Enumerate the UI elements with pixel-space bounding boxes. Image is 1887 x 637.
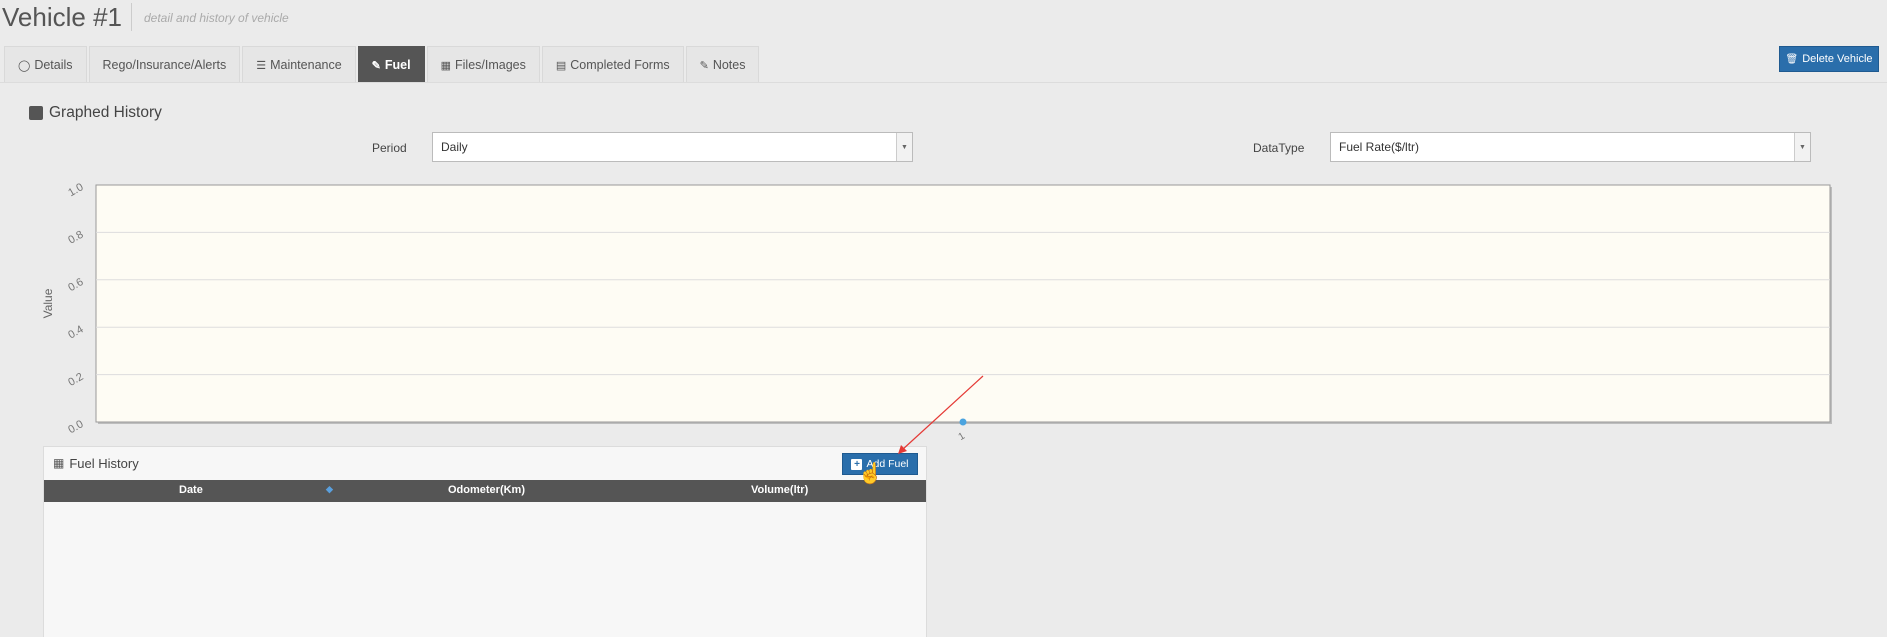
graphed-history-heading: Graphed History	[29, 104, 162, 122]
sort-icon[interactable]: ◆	[326, 484, 333, 495]
y-axis-label: Value	[41, 288, 55, 318]
square-icon	[29, 106, 43, 120]
pencil-icon: ✎	[371, 59, 381, 72]
hand-cursor-icon: ☝	[858, 463, 883, 485]
tab-fuel[interactable]: ✎ Fuel	[357, 46, 425, 83]
tab-completed-forms[interactable]: ▤ Completed Forms	[541, 46, 684, 83]
page-header: Vehicle #1 detail and history of vehicle	[0, 0, 289, 34]
datatype-value: Fuel Rate($/ltr)	[1339, 140, 1420, 154]
page-subtitle: detail and history of vehicle	[143, 11, 289, 25]
tab-label: Notes	[712, 58, 746, 72]
tab-bar: ◯ Details Rego/Insurance/Alerts ☰ Mainte…	[4, 46, 761, 83]
table-icon: ▦	[53, 456, 65, 470]
tab-underline	[0, 82, 1887, 83]
tab-files-images[interactable]: ▦ Files/Images	[426, 46, 540, 83]
title-divider	[130, 3, 132, 31]
period-value: Daily	[441, 140, 468, 154]
plot-area	[95, 184, 1831, 423]
column-volume[interactable]: Volume(ltr)	[751, 484, 808, 496]
tab-details[interactable]: ◯ Details	[4, 46, 87, 83]
fuel-history-header: ▦ Fuel History	[44, 447, 926, 479]
fuel-chart: 0.0 0.2 0.4 0.6 0.8 1.0 Value 1	[41, 181, 1832, 443]
column-odometer[interactable]: Odometer(Km)	[448, 484, 525, 496]
graphed-history-title: Graphed History	[49, 104, 162, 121]
tab-notes[interactable]: ✎ Notes	[685, 46, 760, 83]
image-icon: ▦	[440, 59, 451, 72]
y-tick-label: 0.6	[66, 276, 85, 294]
delete-vehicle-button[interactable]: 🗑 Delete Vehicle	[1779, 46, 1879, 72]
y-tick-label: 1.0	[66, 181, 85, 199]
tab-label: Completed Forms	[570, 58, 670, 72]
datatype-label: DataType	[1253, 141, 1305, 155]
fuel-history-title: Fuel History	[69, 455, 139, 471]
tab-label: Details	[34, 58, 73, 72]
delete-vehicle-label: Delete Vehicle	[1802, 53, 1873, 65]
chart-container: 0.0 0.2 0.4 0.6 0.8 1.0 Value 1	[0, 175, 1887, 450]
circle-icon: ◯	[18, 59, 31, 72]
fuel-table-header: Date ◆ Odometer(Km) Volume(ltr)	[44, 480, 926, 502]
form-icon: ▤	[555, 59, 567, 72]
y-tick-label: 0.0	[66, 418, 85, 436]
chevron-down-icon: ▼	[896, 133, 912, 161]
period-select[interactable]: Daily ▼	[432, 132, 913, 162]
trash-icon: 🗑	[1785, 53, 1799, 65]
tab-label: Maintenance	[270, 58, 342, 72]
data-point	[959, 418, 967, 426]
chevron-down-icon: ▼	[1794, 133, 1810, 161]
page-title: Vehicle #1	[2, 1, 122, 32]
tab-label: Rego/Insurance/Alerts	[102, 58, 227, 72]
list-icon: ☰	[256, 59, 267, 72]
column-date[interactable]: Date	[179, 484, 203, 496]
y-tick-label: 0.2	[66, 371, 85, 389]
tab-label: Files/Images	[455, 58, 526, 72]
x-tick-label: 1	[957, 430, 968, 443]
period-label: Period	[372, 141, 407, 155]
y-tick-label: 0.8	[66, 229, 85, 247]
y-tick-label: 0.4	[66, 323, 85, 341]
tab-rego-insurance-alerts[interactable]: Rego/Insurance/Alerts	[88, 46, 241, 83]
fuel-history-panel: ▦ Fuel History + Add Fuel Date ◆ Odomete…	[43, 446, 927, 637]
datatype-select[interactable]: Fuel Rate($/ltr) ▼	[1330, 132, 1811, 162]
tab-label: Fuel	[384, 58, 411, 72]
pencil-icon: ✎	[699, 59, 709, 72]
tab-maintenance[interactable]: ☰ Maintenance	[242, 46, 356, 83]
